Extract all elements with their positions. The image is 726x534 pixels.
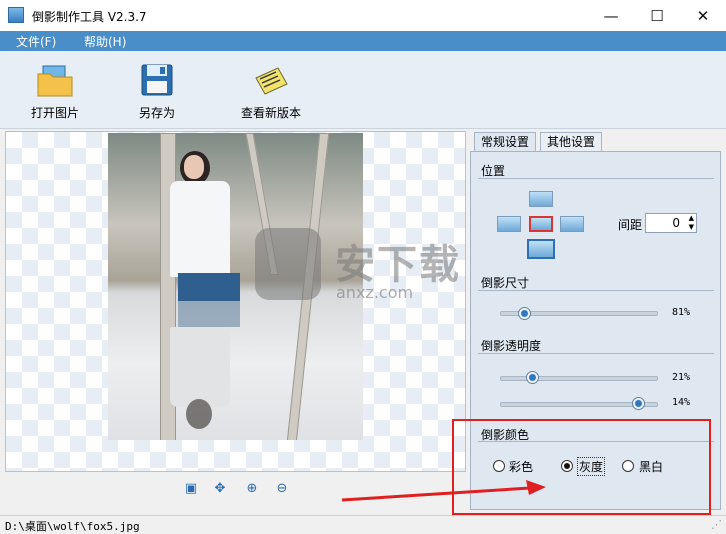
position-center-button[interactable]: [529, 216, 553, 232]
annotation-arrow-icon: [341, 480, 546, 502]
floppy-save-icon: [138, 62, 176, 98]
save-as-label: 另存为: [138, 106, 175, 120]
position-bottom-button[interactable]: [527, 239, 555, 259]
menu-help[interactable]: 帮助(H): [84, 33, 126, 50]
app-icon: [8, 7, 24, 23]
position-title: 位置: [481, 164, 506, 178]
divider: [478, 353, 714, 354]
divider: [478, 290, 714, 291]
open-image-button[interactable]: 打开图片: [30, 62, 80, 121]
minimize-button[interactable]: —: [588, 0, 634, 31]
opacity-value2: 14%: [672, 397, 691, 408]
tab-general-settings[interactable]: 常规设置: [474, 132, 537, 153]
maximize-button[interactable]: ☐: [634, 0, 680, 31]
opacity-title: 倒影透明度: [481, 339, 542, 353]
check-version-label: 查看新版本: [240, 106, 301, 120]
folder-icon: [36, 62, 74, 98]
divider: [478, 178, 714, 179]
position-right-button[interactable]: [560, 216, 584, 232]
status-file-path: D:\桌面\wolf\fox5.jpg: [5, 520, 140, 533]
close-button[interactable]: ✕: [680, 0, 726, 31]
save-as-button[interactable]: 另存为: [134, 62, 180, 121]
spacing-value: 0: [672, 216, 680, 230]
fit-icon[interactable]: ▣: [183, 481, 199, 497]
opacity-value1: 21%: [672, 372, 691, 383]
opacity-slider1-track[interactable]: [500, 376, 658, 381]
resize-grip-icon[interactable]: ⋰: [711, 518, 722, 531]
new-version-icon: [252, 62, 290, 98]
open-image-label: 打开图片: [30, 106, 79, 120]
opacity-slider1-thumb[interactable]: [525, 371, 539, 384]
size-value: 81%: [672, 307, 691, 318]
zoom-out-icon[interactable]: ⊖: [274, 481, 290, 497]
status-bar: D:\桌面\wolf\fox5.jpg ⋰: [0, 515, 726, 534]
watermark-subtext: anxz.com: [336, 283, 414, 302]
spacing-spinner[interactable]: 0 ▲ ▼: [645, 213, 697, 233]
position-top-button[interactable]: [529, 191, 553, 207]
actual-size-icon[interactable]: ✥: [212, 481, 228, 497]
toolbar: [0, 51, 726, 129]
spinner-arrows-icon[interactable]: ▲ ▼: [689, 214, 694, 232]
size-title: 倒影尺寸: [481, 276, 530, 290]
preview-image: [108, 133, 363, 440]
menu-file[interactable]: 文件(F): [16, 33, 56, 50]
window-title: 倒影制作工具 V2.3.7: [32, 10, 147, 24]
opacity-slider2-thumb[interactable]: [631, 397, 645, 410]
watermark-text: 安下载: [335, 242, 461, 288]
position-left-button[interactable]: [497, 216, 521, 232]
check-version-button[interactable]: 查看新版本: [238, 62, 304, 121]
zoom-in-icon[interactable]: ⊕: [244, 481, 260, 497]
spacing-label: 间距: [618, 218, 643, 232]
tab-other-settings[interactable]: 其他设置: [540, 132, 603, 152]
watermark-shield-icon: [255, 228, 321, 300]
